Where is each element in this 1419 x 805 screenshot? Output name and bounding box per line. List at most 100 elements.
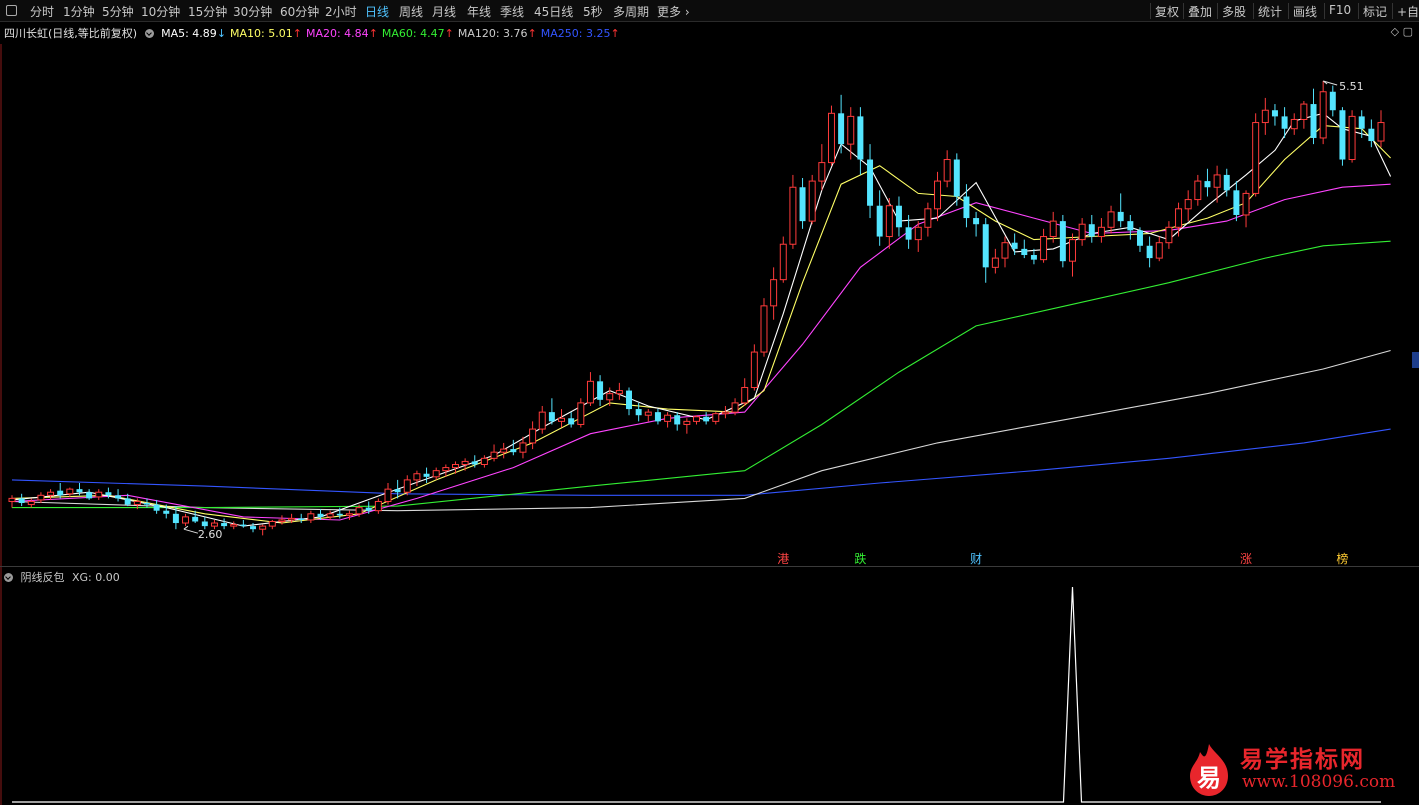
candle-body-up [1069,239,1076,262]
candle-body-up [1377,122,1385,142]
candle-body-down [86,492,93,499]
candle-body-up [1300,103,1308,120]
candle-body-up [461,460,469,466]
candle-body-up [345,513,353,516]
candle-body-down [115,495,122,499]
candle-body-up [413,473,421,481]
candle-body-up [538,411,546,430]
candle-body-down [1339,110,1346,160]
candle-body-down [172,513,179,524]
candle-body-down [221,523,228,527]
candle-body-down [895,205,902,228]
candle-body-down [1368,128,1375,142]
candle-body-up [1194,180,1202,201]
high-label: 5.51 [1339,80,1364,93]
candle-body-down [626,390,633,410]
candle-body-down [192,516,199,522]
candle-body-down [548,412,555,422]
candle-body-up [934,180,942,210]
candle-body-down [635,409,642,416]
candle-body-up [808,180,816,222]
candle-body-down [1310,104,1317,138]
candle-body-up [210,522,218,527]
candle-body-down [1136,230,1143,246]
candle-body-down [982,224,989,268]
candle-body-up [278,519,286,522]
high-arrow [1322,80,1338,86]
event-marker-1: 跌 [854,551,866,566]
candle-body-down [1271,110,1278,117]
candle-body-up [818,162,826,182]
candle-body-up [789,186,797,245]
candle-body-up [741,386,749,404]
candle-body-up [558,417,566,422]
candle-body-up [847,115,855,145]
candle-body-up [1001,242,1009,259]
candlestick-chart[interactable]: 5.51 2.60 港 跌 财 涨 榜 [0,0,1419,805]
candle-body-up [885,205,893,238]
candle-body-up [95,491,103,498]
candle-body-up [1184,199,1192,210]
candle-body-up [1049,220,1057,238]
candle-body-up [490,451,498,459]
candle-body-up [683,420,691,425]
candle-body-down [153,504,160,511]
candle-body-up [403,479,411,493]
indicator-legend: 阴线反包 XG: 0.00 [4,569,120,585]
ma-line-ma60 [12,240,1391,509]
candle-body-down [568,418,575,425]
candle-body-down [597,381,604,400]
candle-body-up [577,402,585,425]
candle-body-down [423,473,430,477]
indicator-settings-icon[interactable] [4,573,13,582]
event-marker-4: 榜 [1336,551,1348,566]
candle-body-up [27,500,35,506]
candle-body-up [1348,115,1356,161]
ma-line-ma250 [11,428,1391,496]
candle-body-down [18,498,25,504]
candle-body-up [1252,122,1260,194]
indicator-name: 阴线反包 [20,571,65,584]
candle-body-down [298,518,305,520]
candle-body-up [500,448,508,453]
candle-body-down [1059,221,1066,262]
candle-body-up [288,517,296,521]
candle-body-down [394,489,401,493]
candle-body-up [1040,236,1048,261]
candle-body-up [1242,192,1250,216]
candle-body-down [317,513,324,517]
candle-body-up [480,457,488,466]
candle-body-up [924,208,932,228]
candle-body-down [654,412,661,422]
candle-body-up [750,351,758,388]
candle-body-up [606,393,614,401]
candle-body-up [268,520,276,527]
candle-body-down [510,449,517,453]
candle-body-up [1213,174,1221,188]
candle-body-up [326,513,334,518]
candle-body-up [664,414,672,422]
candle-body-up [1107,211,1115,228]
candle-body-down [76,489,83,493]
candle-body-down [336,513,343,516]
candle-body-down [57,490,64,496]
candle-body-up [374,500,382,512]
candle-body-up [1261,109,1269,124]
panel-divider [0,566,1419,567]
candle-body-down [143,503,150,505]
candle-body-up [307,513,315,521]
candle-body-up [943,159,951,182]
candle-body-up [259,525,267,530]
candle-body-down [1223,174,1230,191]
candle-body-down [1329,91,1336,111]
candle-body-down [867,159,874,206]
event-marker-2: 财 [970,552,982,566]
candle-body-up [712,413,720,422]
candle-body-down [1358,116,1365,129]
candle-body-up [133,500,141,506]
candle-body-down [905,227,912,240]
candle-body-down [1127,221,1134,231]
candle-body-down [1117,211,1124,222]
flame-logo-icon: 易 [1190,744,1228,796]
candle-body-down [1233,190,1240,215]
